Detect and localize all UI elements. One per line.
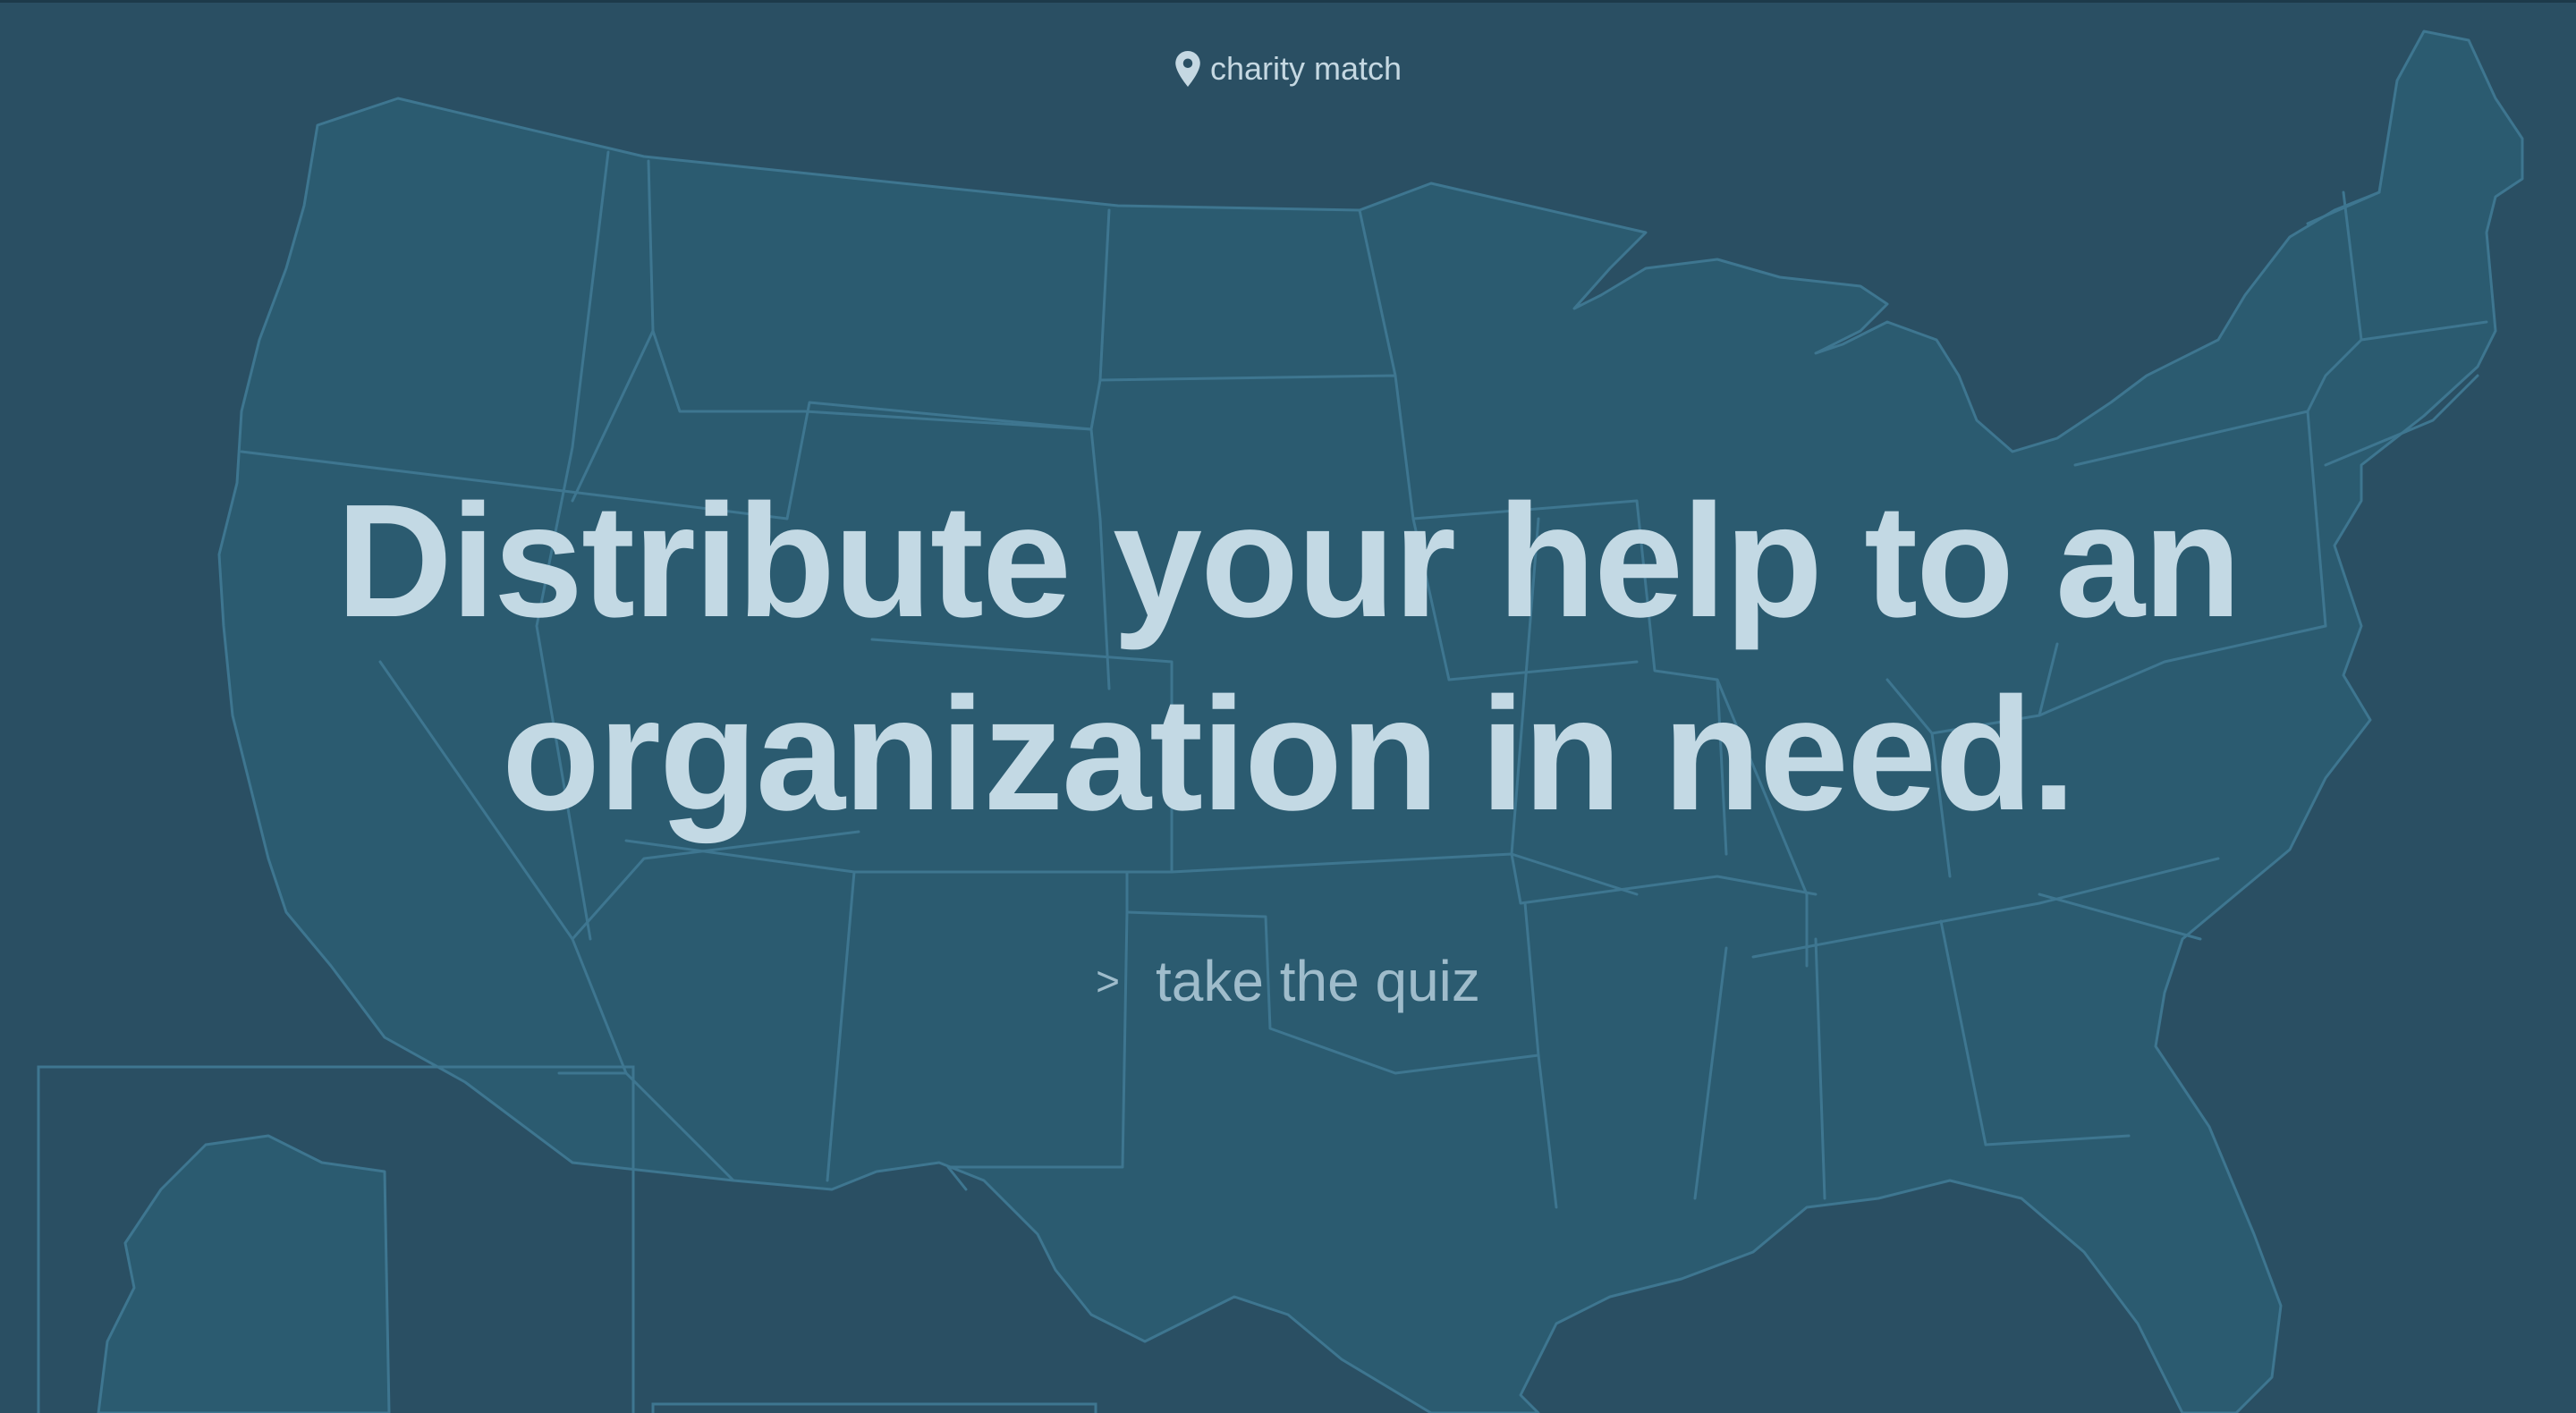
take-quiz-link[interactable]: > take the quiz [0,948,2576,1014]
brand-logo[interactable]: charity match [0,49,2576,89]
chevron-right-icon: > [1096,958,1120,1004]
brand-name: charity match [1209,50,1402,87]
hero-headline-line-1: Distribute your help to an [335,471,2241,651]
alaska-shape [97,1134,391,1413]
hero-headline-line-2: organization in need. [501,664,2076,844]
hawaii-inset-frame [651,1402,1097,1413]
hero-headline: Distribute your help to an organization … [0,465,2576,851]
top-border [0,0,2576,3]
take-quiz-label: take the quiz [1155,949,1480,1013]
map-pin-icon [1175,51,1200,87]
landing-page: charity match Distribute your help to an… [0,0,2576,1413]
